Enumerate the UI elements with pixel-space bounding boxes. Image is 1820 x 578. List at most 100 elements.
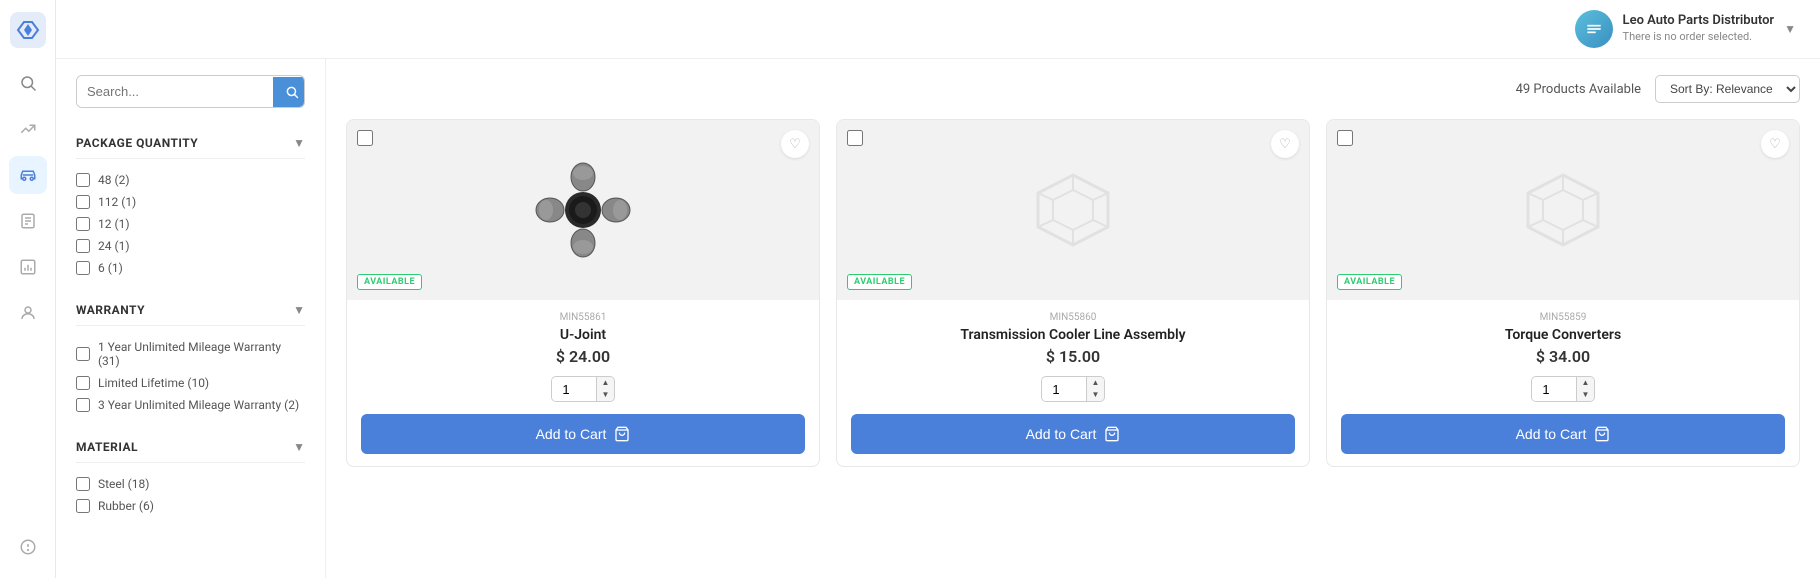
filter-material-title: MATERIAL <box>76 440 138 454</box>
filter-package-quantity-header[interactable]: PACKAGE QUANTITY ▼ <box>76 128 305 158</box>
app-logo[interactable] <box>10 12 46 48</box>
main-content: Leo Auto Parts Distributor There is no o… <box>56 0 1820 578</box>
checkbox-112[interactable] <box>76 195 90 209</box>
qty-input-1[interactable] <box>552 378 596 401</box>
qty-input-wrap-1: ▲ ▼ <box>551 376 616 402</box>
checkbox-24[interactable] <box>76 239 90 253</box>
product-image-wrap-3: ♡ AVAILABLE <box>1327 120 1799 300</box>
filter-sidebar: PACKAGE QUANTITY ▼ 48 (2) 112 (1) 12 (1) <box>56 59 326 578</box>
filter-option-12[interactable]: 12 (1) <box>76 213 305 235</box>
filter-package-quantity: PACKAGE QUANTITY ▼ 48 (2) 112 (1) 12 (1) <box>76 128 305 279</box>
nav-orders-icon[interactable] <box>9 202 47 240</box>
checkbox-6[interactable] <box>76 261 90 275</box>
product-select-3[interactable] <box>1337 130 1353 146</box>
filter-option-112[interactable]: 112 (1) <box>76 191 305 213</box>
checkbox-lifetime[interactable] <box>76 376 90 390</box>
product-name-3: Torque Converters <box>1341 327 1785 343</box>
add-to-cart-btn-2[interactable]: Add to Cart <box>851 414 1295 454</box>
body-layout: PACKAGE QUANTITY ▼ 48 (2) 112 (1) 12 (1) <box>56 59 1820 578</box>
filter-warranty-header[interactable]: WARRANTY ▼ <box>76 295 305 325</box>
product-image-3 <box>1518 165 1608 255</box>
qty-spinners-2: ▲ ▼ <box>1086 377 1105 401</box>
filter-label-steel: Steel (18) <box>98 477 149 491</box>
add-to-cart-label-2: Add to Cart <box>1026 426 1097 442</box>
checkbox-1yr[interactable] <box>76 347 90 361</box>
checkbox-48[interactable] <box>76 173 90 187</box>
filter-option-steel[interactable]: Steel (18) <box>76 473 305 495</box>
product-info-1: MIN55861 U-Joint $ 24.00 ▲ ▼ <box>347 300 819 466</box>
nav-search-icon[interactable] <box>9 64 47 102</box>
add-to-cart-label-1: Add to Cart <box>536 426 607 442</box>
filter-option-48[interactable]: 48 (2) <box>76 169 305 191</box>
user-name: Leo Auto Parts Distributor <box>1623 13 1775 30</box>
product-image-2 <box>1028 165 1118 255</box>
qty-down-2[interactable]: ▼ <box>1087 389 1105 401</box>
filter-option-6[interactable]: 6 (1) <box>76 257 305 279</box>
qty-input-3[interactable] <box>1532 378 1576 401</box>
filter-label-rubber: Rubber (6) <box>98 499 154 513</box>
checkbox-rubber[interactable] <box>76 499 90 513</box>
cart-icon-1 <box>614 426 630 442</box>
product-name-1: U-Joint <box>361 327 805 343</box>
filter-material-header[interactable]: MATERIAL ▼ <box>76 432 305 462</box>
product-image-1 <box>528 155 638 265</box>
qty-up-1[interactable]: ▲ <box>597 377 615 389</box>
filter-warranty: WARRANTY ▼ 1 Year Unlimited Mileage Warr… <box>76 295 305 416</box>
product-card-1: ♡ AVAILABLE <box>346 119 820 467</box>
products-count: 49 Products Available <box>1516 82 1641 97</box>
checkbox-3yr[interactable] <box>76 398 90 412</box>
filter-material-chevron: ▼ <box>293 440 305 454</box>
checkbox-12[interactable] <box>76 217 90 231</box>
qty-down-3[interactable]: ▼ <box>1577 389 1595 401</box>
filter-option-rubber[interactable]: Rubber (6) <box>76 495 305 517</box>
product-info-3: MIN55859 Torque Converters $ 34.00 ▲ ▼ <box>1327 300 1799 466</box>
wishlist-btn-3[interactable]: ♡ <box>1761 130 1789 158</box>
availability-badge-1: AVAILABLE <box>357 274 422 290</box>
wishlist-btn-2[interactable]: ♡ <box>1271 130 1299 158</box>
filter-option-lifetime[interactable]: Limited Lifetime (10) <box>76 372 305 394</box>
availability-badge-3: AVAILABLE <box>1337 274 1402 290</box>
qty-up-2[interactable]: ▲ <box>1087 377 1105 389</box>
nav-reports-icon[interactable] <box>9 248 47 286</box>
filter-label-1yr: 1 Year Unlimited Mileage Warranty (31) <box>98 340 305 368</box>
qty-down-1[interactable]: ▼ <box>597 389 615 401</box>
nav-analytics-icon[interactable] <box>9 110 47 148</box>
add-to-cart-btn-3[interactable]: Add to Cart <box>1341 414 1785 454</box>
filter-material: MATERIAL ▼ Steel (18) Rubber (6) <box>76 432 305 517</box>
user-avatar <box>1575 10 1613 48</box>
add-to-cart-label-3: Add to Cart <box>1516 426 1587 442</box>
cart-icon-3 <box>1594 426 1610 442</box>
product-select-1[interactable] <box>357 130 373 146</box>
filter-option-24[interactable]: 24 (1) <box>76 235 305 257</box>
user-sub: There is no order selected. <box>1623 30 1775 44</box>
wishlist-btn-1[interactable]: ♡ <box>781 130 809 158</box>
quantity-row-3: ▲ ▼ <box>1341 376 1785 402</box>
quantity-row-1: ▲ ▼ <box>361 376 805 402</box>
products-header: 49 Products Available Sort By: Relevance… <box>346 75 1800 103</box>
nav-cars-icon[interactable] <box>9 156 47 194</box>
checkbox-steel[interactable] <box>76 477 90 491</box>
top-header: Leo Auto Parts Distributor There is no o… <box>56 0 1820 59</box>
qty-input-2[interactable] <box>1042 378 1086 401</box>
product-image-wrap-1: ♡ AVAILABLE <box>347 120 819 300</box>
add-to-cart-btn-1[interactable]: Add to Cart <box>361 414 805 454</box>
qty-up-3[interactable]: ▲ <box>1577 377 1595 389</box>
filter-option-3yr[interactable]: 3 Year Unlimited Mileage Warranty (2) <box>76 394 305 416</box>
filter-label-112: 112 (1) <box>98 195 136 209</box>
products-grid: ♡ AVAILABLE <box>346 119 1800 467</box>
qty-spinners-1: ▲ ▼ <box>596 377 615 401</box>
product-select-2[interactable] <box>847 130 863 146</box>
quantity-row-2: ▲ ▼ <box>851 376 1295 402</box>
filter-option-1yr[interactable]: 1 Year Unlimited Mileage Warranty (31) <box>76 336 305 372</box>
filter-warranty-title: WARRANTY <box>76 303 145 317</box>
search-input[interactable] <box>77 76 273 107</box>
sort-select[interactable]: Sort By: Relevance Price: Low to High Pr… <box>1655 75 1800 103</box>
user-info[interactable]: Leo Auto Parts Distributor There is no o… <box>1575 10 1796 48</box>
nav-users-icon[interactable] <box>9 294 47 332</box>
nav-alerts-icon[interactable] <box>9 528 47 566</box>
qty-input-wrap-3: ▲ ▼ <box>1531 376 1596 402</box>
filter-label-48: 48 (2) <box>98 173 130 187</box>
filter-package-quantity-title: PACKAGE QUANTITY <box>76 136 198 150</box>
filter-divider-3 <box>76 462 305 463</box>
search-button[interactable] <box>273 77 305 107</box>
